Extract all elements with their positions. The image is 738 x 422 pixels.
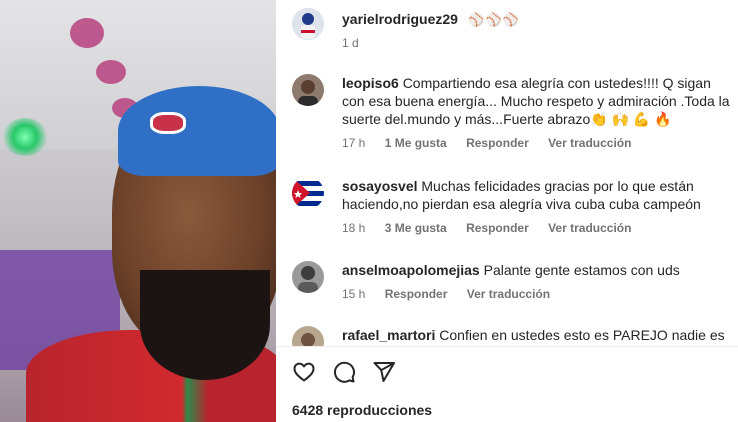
comment-avatar-image (292, 74, 324, 106)
video-beard (140, 270, 270, 380)
comment-reply-button[interactable]: Responder (466, 136, 529, 150)
comment-likes[interactable]: 3 Me gusta (385, 221, 447, 235)
comment-username[interactable]: rafael_martori (342, 327, 435, 343)
owner-emoji: ⚾⚾⚾ (468, 12, 520, 27)
comment-avatar-image (292, 326, 324, 346)
comment-icon[interactable] (332, 360, 356, 384)
comment-avatar-image (292, 261, 324, 293)
comment-body: rafael_martori Confien en ustedes esto e… (342, 326, 732, 344)
comment-body: anselmoapolomejias Palante gente estamos… (342, 261, 734, 301)
comment-translate-button[interactable]: Ver traducción (467, 287, 550, 301)
comment-text: Palante gente estamos con uds (483, 262, 680, 278)
action-bar (292, 360, 396, 384)
video-decor (96, 60, 126, 84)
comment-body: leopiso6 Compartiendo esa alegría con us… (342, 74, 734, 150)
share-icon[interactable] (372, 360, 396, 384)
comment-likes[interactable]: 1 Me gusta (385, 136, 447, 150)
comment-reply-button[interactable]: Responder (385, 287, 448, 301)
views-count[interactable]: 6428 reproducciones (292, 402, 432, 418)
owner-header: yarielrodriguez29 ⚾⚾⚾ (342, 11, 520, 29)
comment-text-wrap: rafael_martori Confien en ustedes esto e… (342, 326, 732, 344)
video-green-light (2, 118, 48, 156)
comment-text: Compartiendo esa alegría con ustedes!!!!… (342, 75, 730, 127)
comment-avatar[interactable] (292, 74, 324, 106)
comment-username[interactable]: leopiso6 (342, 75, 399, 91)
comment-text-wrap: leopiso6 Compartiendo esa alegría con us… (342, 74, 734, 128)
comment-time[interactable]: 18 h (342, 221, 365, 235)
comment-avatar[interactable] (292, 177, 324, 209)
cuba-flag-avatar (292, 177, 324, 209)
comment-meta: 18 h 3 Me gusta Responder Ver traducción (342, 221, 734, 235)
comment-time[interactable]: 15 h (342, 287, 365, 301)
owner-avatar-image (292, 8, 324, 40)
comment-translate-button[interactable]: Ver traducción (548, 221, 631, 235)
comment-item: rafael_martori Confien en ustedes esto e… (292, 326, 732, 346)
comment-time[interactable]: 17 h (342, 136, 365, 150)
owner-avatar[interactable] (292, 8, 324, 40)
owner-username[interactable]: yarielrodriguez29 (342, 11, 458, 27)
video-decor (70, 18, 104, 48)
comment-meta: 17 h 1 Me gusta Responder Ver traducción (342, 136, 734, 150)
comment-username[interactable]: sosayosvel (342, 178, 418, 194)
comment-username[interactable]: anselmoapolomejias (342, 262, 480, 278)
actions-divider (276, 346, 738, 347)
comment-meta: 15 h Responder Ver traducción (342, 287, 734, 301)
comment-avatar[interactable] (292, 261, 324, 293)
comment-text-wrap: sosayosvel Muchas felicidades gracias po… (342, 177, 734, 213)
comment-translate-button[interactable]: Ver traducción (548, 136, 631, 150)
video-cap-logo (150, 112, 186, 134)
video-player[interactable] (0, 0, 276, 422)
comment-text-wrap: anselmoapolomejias Palante gente estamos… (342, 261, 734, 279)
post-time[interactable]: 1 d (342, 36, 359, 50)
video-cap (118, 86, 276, 176)
comments-panel: yarielrodriguez29 ⚾⚾⚾ 1 d leopiso6 Compa… (276, 0, 738, 422)
comment-avatar[interactable] (292, 326, 324, 346)
comment-text: Confien en ustedes esto es PAREJO nadie … (439, 327, 725, 343)
heart-icon[interactable] (292, 360, 316, 384)
comment-reply-button[interactable]: Responder (466, 221, 529, 235)
comment-body: sosayosvel Muchas felicidades gracias po… (342, 177, 734, 235)
